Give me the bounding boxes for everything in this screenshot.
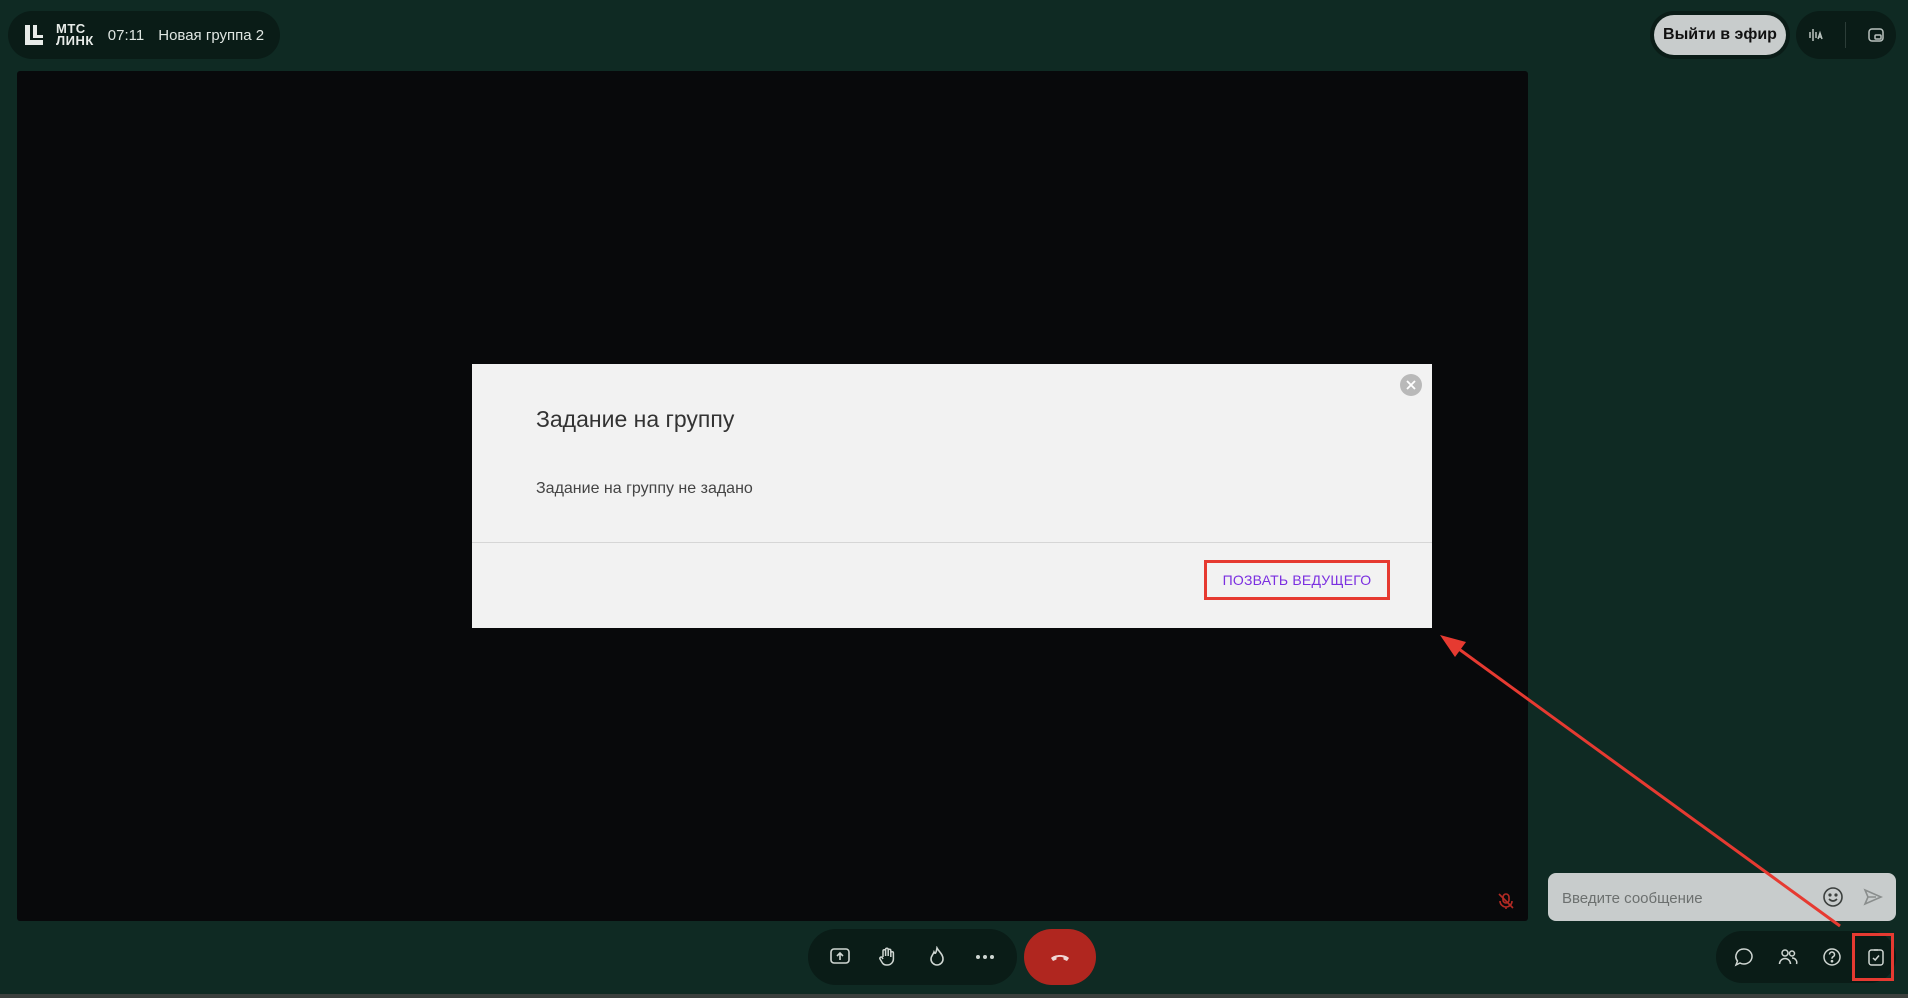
hang-up-button[interactable] [1024,929,1096,985]
emoji-icon[interactable] [1822,886,1844,908]
dialog-title: Задание на группу [536,406,735,432]
logo-icon [25,25,43,45]
hang-up-icon [1051,955,1069,961]
session-timer: 07:11 [107,26,145,44]
screen-share-icon[interactable] [827,944,853,970]
call-host-button[interactable]: ПОЗВАТЬ ВЕДУЩЕГО [1204,560,1390,600]
tasks-button-highlight [1852,933,1894,981]
chat-icon[interactable] [1732,945,1756,969]
mts-link-logo: МТС ЛИНК [22,21,94,48]
more-icon[interactable] [972,944,998,970]
group-task-dialog: Задание на группу Задание на группу не з… [472,364,1432,628]
session-info-bar: МТС ЛИНК 07:11 Новая группа 2 [8,11,281,59]
picture-in-picture-icon[interactable] [1865,24,1887,46]
dialog-divider [472,542,1432,543]
raise-hand-icon[interactable] [875,944,901,970]
toolbar-divider [1845,22,1847,48]
dialog-message: Задание на группу не задано [536,480,753,497]
media-toolbar [808,929,1017,985]
close-icon[interactable] [1400,374,1422,396]
go-live-container: Выйти в эфир [1650,11,1790,59]
chat-message-input[interactable] [1560,873,1814,923]
go-live-button[interactable]: Выйти в эфир [1654,15,1786,55]
send-icon[interactable] [1862,886,1884,908]
participants-icon[interactable] [1776,945,1800,969]
bottom-strip [0,994,1908,998]
mic-off-icon [1498,893,1514,909]
question-icon[interactable] [1820,945,1844,969]
group-name: Новая группа 2 [158,26,265,44]
reaction-icon[interactable] [924,944,950,970]
chat-message-box [1548,873,1896,923]
top-right-toolbar [1796,11,1896,59]
voice-settings-icon[interactable] [1805,24,1827,46]
logo-text: МТС ЛИНК [56,21,94,48]
